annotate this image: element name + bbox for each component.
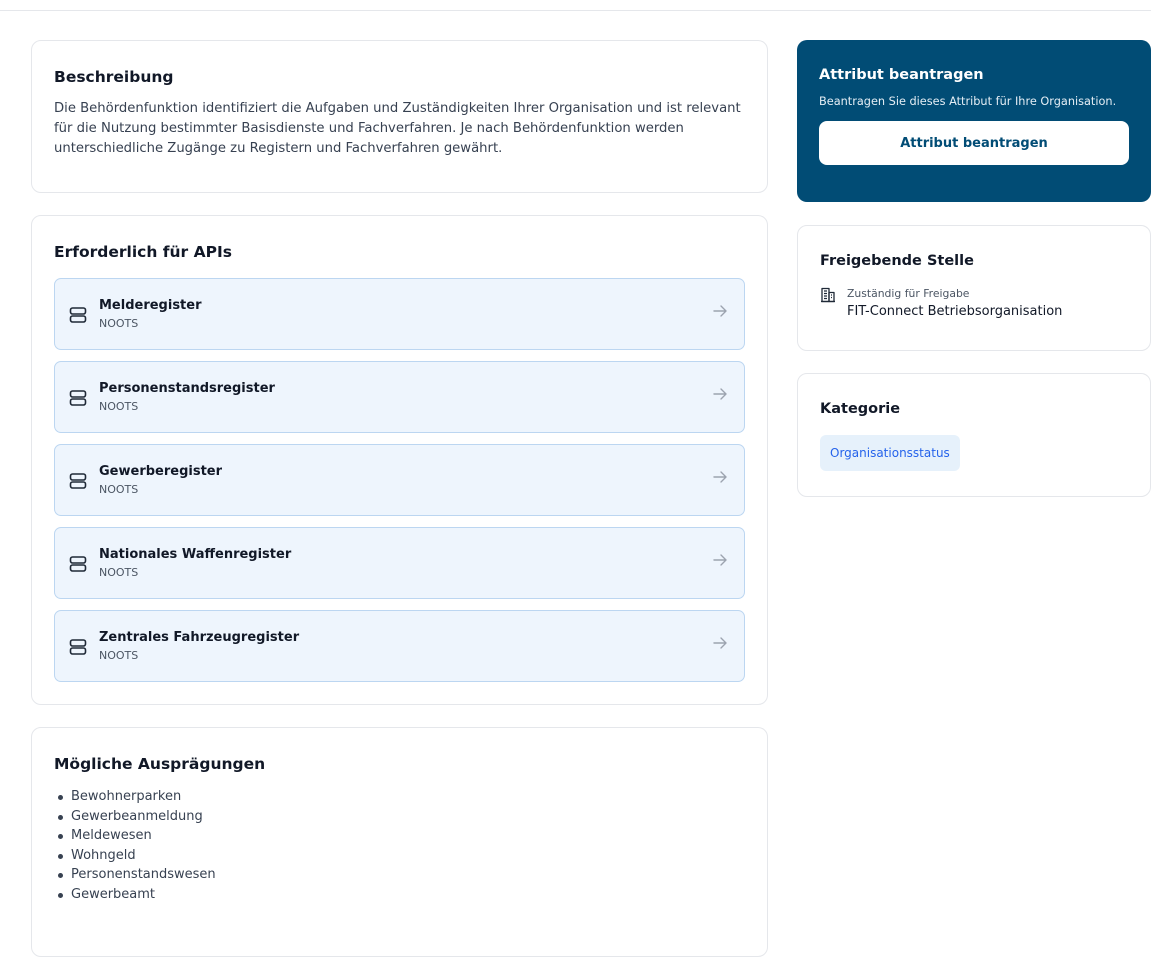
api-item-waffenregister[interactable]: Nationales Waffenregister NOOTS [54,527,745,599]
api-item-melderegister[interactable]: Melderegister NOOTS [54,278,745,350]
list-item: Gewerbeanmeldung [54,807,745,827]
request-attribute-button[interactable]: Attribut beantragen [819,121,1129,165]
list-item: Bewohnerparken [54,787,745,807]
server-icon [69,390,87,406]
top-divider [0,10,1151,11]
server-icon [69,639,87,655]
request-title: Attribut beantragen [819,67,984,83]
api-source: NOOTS [99,400,139,413]
list-item: Personenstandswesen [54,865,745,885]
authority-value: FIT-Connect Betriebsorganisation [847,304,1063,319]
api-source: NOOTS [99,317,139,330]
api-name: Melderegister [99,298,202,313]
api-item-fahrzeugregister[interactable]: Zentrales Fahrzeugregister NOOTS [54,610,745,682]
api-source: NOOTS [99,483,139,496]
arrow-right-icon [713,554,727,566]
approving-authority-card: Freigebende Stelle Zuständig für Freigab… [797,225,1151,351]
server-icon [69,556,87,572]
description-text: Die Behördenfunktion identifiziert die A… [54,101,741,156]
apis-card: Erforderlich für APIs Melderegister NOOT… [31,215,768,705]
list-item: Gewerbeamt [54,885,745,905]
authority-label: Zuständig für Freigabe [847,287,970,300]
server-icon [69,307,87,323]
request-text: Beantragen Sie dieses Attribut für Ihre … [819,95,1117,108]
category-badge: Organisationsstatus [820,435,960,471]
variants-list: Bewohnerparken Gewerbeanmeldung Meldewes… [54,787,745,904]
variants-title: Mögliche Ausprägungen [54,755,266,773]
authority-row: Zuständig für Freigabe FIT-Connect Betri… [820,287,1128,323]
server-icon [69,473,87,489]
api-item-gewerberegister[interactable]: Gewerberegister NOOTS [54,444,745,516]
api-source: NOOTS [99,566,139,579]
api-name: Nationales Waffenregister [99,547,292,562]
api-name: Zentrales Fahrzeugregister [99,630,300,645]
api-name: Gewerberegister [99,464,223,479]
list-item: Wohngeld [54,846,745,866]
description-title: Beschreibung [54,68,174,86]
arrow-right-icon [713,305,727,317]
arrow-right-icon [713,637,727,649]
apis-title: Erforderlich für APIs [54,243,232,261]
category-title: Kategorie [820,401,901,417]
api-name: Personenstandsregister [99,381,275,396]
authority-title: Freigebende Stelle [820,253,974,269]
api-item-personenstandsregister[interactable]: Personenstandsregister NOOTS [54,361,745,433]
arrow-right-icon [713,471,727,483]
list-item: Meldewesen [54,826,745,846]
building-icon [821,287,835,303]
variants-card: Mögliche Ausprägungen Bewohnerparken Gew… [31,727,768,957]
category-card: Kategorie Organisationsstatus [797,373,1151,497]
arrow-right-icon [713,388,727,400]
api-source: NOOTS [99,649,139,662]
description-card: Beschreibung Die Behördenfunktion identi… [31,40,768,193]
request-attribute-card: Attribut beantragen Beantragen Sie diese… [797,40,1151,202]
